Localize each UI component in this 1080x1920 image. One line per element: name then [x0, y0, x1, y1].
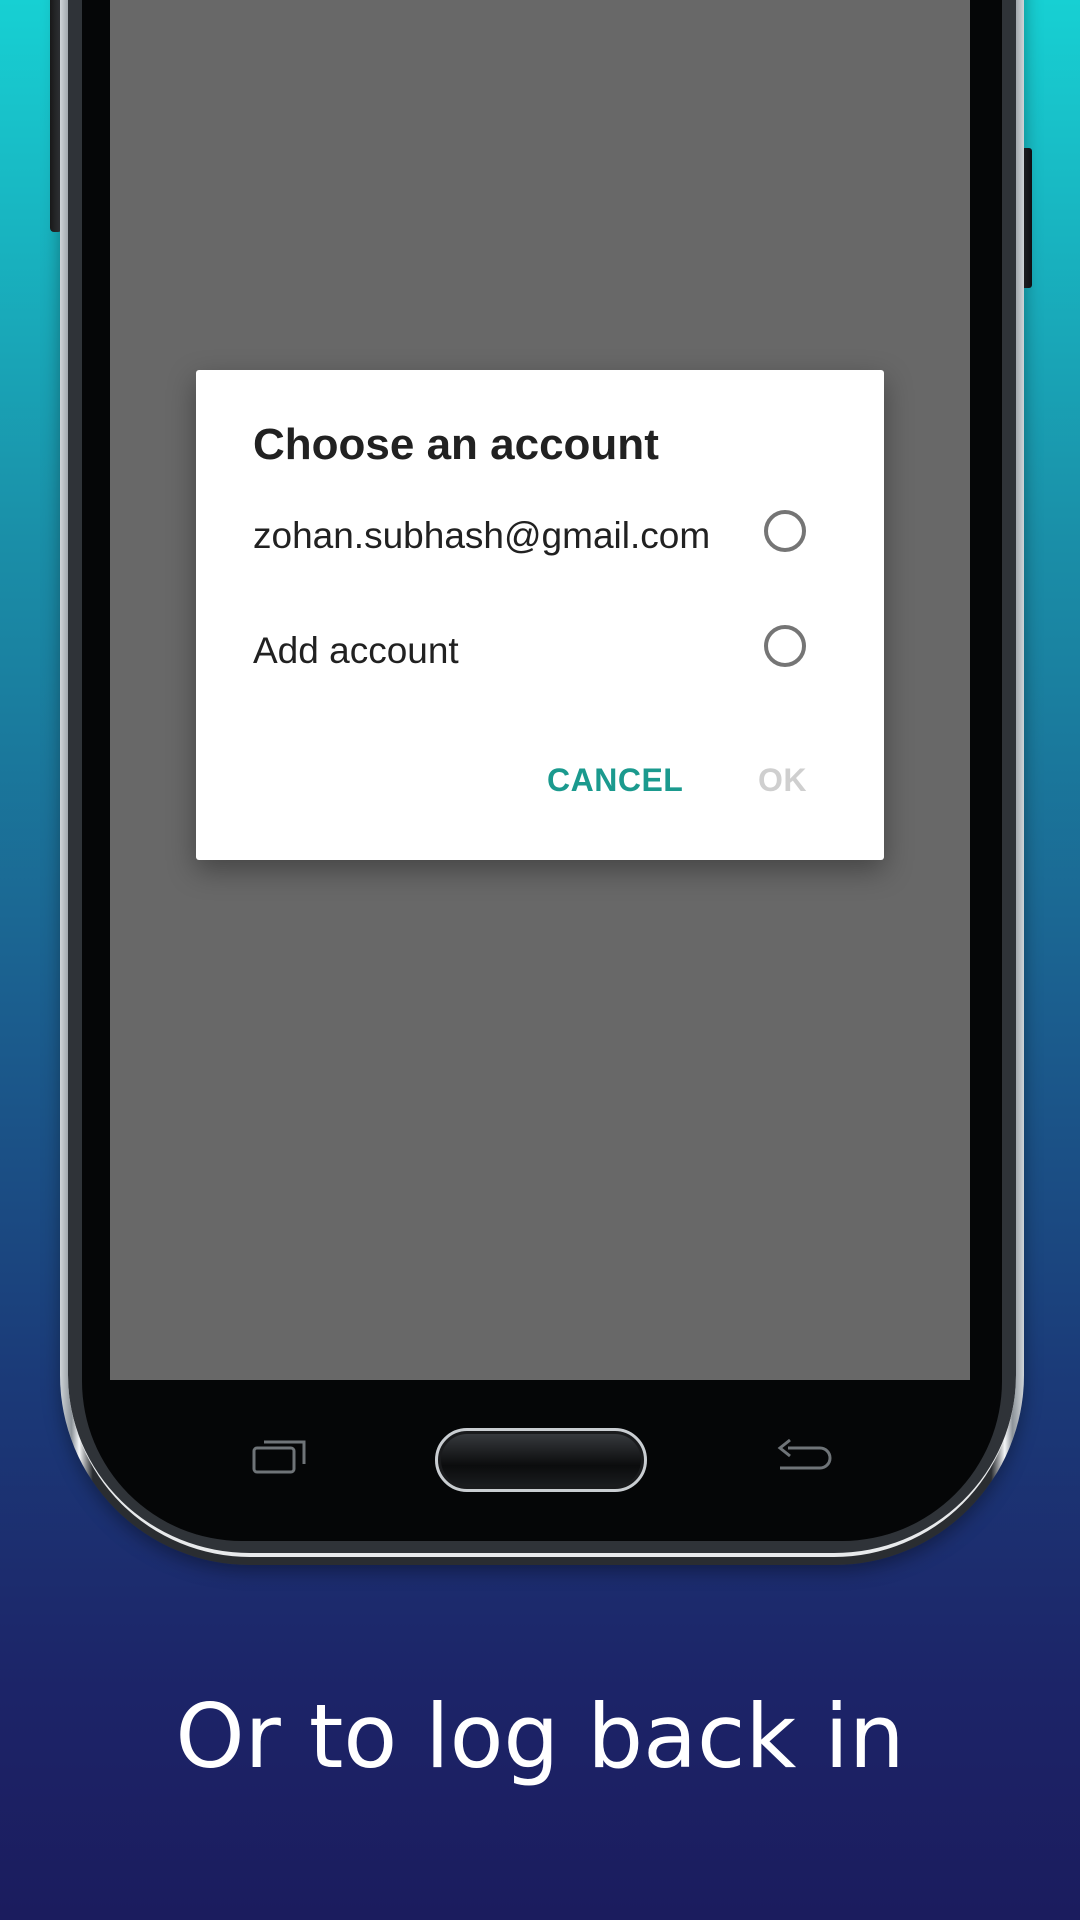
back-arrow-icon[interactable]: [776, 1438, 832, 1478]
add-account-label: Add account: [253, 630, 459, 671]
account-option-email[interactable]: zohan.subhash@gmail.com: [196, 485, 884, 585]
ok-button[interactable]: OK: [758, 762, 807, 799]
radio-button-unchecked[interactable]: [764, 510, 806, 552]
add-account-option[interactable]: Add account: [196, 600, 884, 700]
dialog-title: Choose an account: [253, 420, 659, 469]
radio-button-unchecked[interactable]: [764, 625, 806, 667]
promo-caption: Or to log back in: [175, 1685, 905, 1788]
home-button[interactable]: [435, 1428, 647, 1492]
account-option-label: zohan.subhash@gmail.com: [253, 515, 711, 556]
recent-apps-icon[interactable]: [252, 1438, 306, 1474]
cancel-button[interactable]: CANCEL: [547, 762, 683, 799]
